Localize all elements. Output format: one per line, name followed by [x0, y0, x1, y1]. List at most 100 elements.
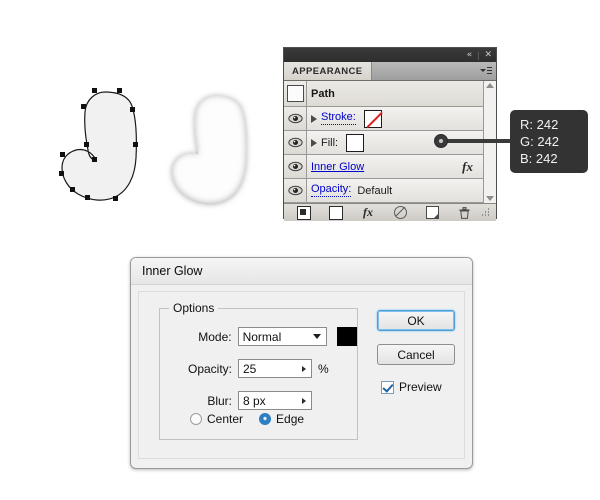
delete-item-button[interactable] — [448, 204, 480, 221]
visibility-toggle-stroke[interactable] — [284, 107, 307, 130]
duplicate-icon — [425, 206, 439, 219]
panel-titlebar: « | ✕ — [284, 48, 496, 62]
preview-label: Preview — [399, 380, 442, 394]
radio-center-dot[interactable] — [190, 413, 202, 425]
clear-appearance-button[interactable] — [384, 204, 416, 221]
dialog-titlebar: Inner Glow — [131, 258, 472, 285]
callout-line — [440, 139, 518, 143]
appearance-row-fill[interactable]: Fill: — [284, 131, 483, 155]
appearance-row-opacity-label[interactable]: Opacity: — [311, 184, 352, 197]
eye-icon — [287, 161, 303, 172]
opacity-input-value: 25 — [243, 361, 257, 376]
tab-appearance[interactable]: APPEARANCE — [284, 62, 372, 80]
blur-input[interactable]: 8 px — [238, 391, 312, 410]
disclosure-triangle-stroke[interactable] — [311, 114, 317, 123]
options-groupbox: Options Mode: Normal Opacity: 25 % Blur:… — [159, 301, 358, 440]
blur-stepper-icon[interactable] — [296, 392, 311, 409]
appearance-row-inner-glow[interactable]: Inner Glow fx — [284, 155, 483, 179]
radio-center[interactable]: Center — [190, 412, 243, 426]
panel-footer-toolbar: fx — [284, 203, 496, 221]
options-group-label: Options — [169, 301, 219, 315]
add-new-fill-button[interactable] — [320, 204, 352, 221]
radio-edge-label: Edge — [276, 412, 305, 426]
dialog-title: Inner Glow — [142, 264, 203, 278]
opacity-unit: % — [318, 361, 329, 376]
empty-square-icon — [329, 205, 343, 220]
preview-checkbox[interactable] — [381, 380, 394, 394]
add-new-stroke-button[interactable] — [288, 204, 320, 221]
scroll-up-arrow-icon[interactable] — [486, 83, 494, 88]
callout-endpoint-dot — [434, 134, 448, 148]
glow-color-swatch[interactable] — [337, 327, 357, 346]
blur-field-row: Blur: 8 px — [160, 391, 357, 410]
appearance-panel[interactable]: « | ✕ APPEARANCE Path Stroke: Fill: Inne… — [283, 47, 497, 221]
mode-select-value: Normal — [242, 329, 282, 344]
panel-tabbar: APPEARANCE — [284, 62, 496, 81]
add-new-effect-button[interactable]: fx — [352, 204, 384, 221]
opacity-stepper-icon[interactable] — [296, 360, 311, 377]
radio-center-label: Center — [207, 412, 244, 426]
appearance-row-stroke[interactable]: Stroke: — [284, 107, 483, 131]
appearance-row-stroke-label[interactable]: Stroke: — [321, 112, 356, 125]
cancel-button[interactable]: Cancel — [377, 344, 455, 365]
appearance-row-path[interactable]: Path — [284, 81, 483, 107]
radio-edge[interactable]: Edge — [259, 412, 304, 426]
appearance-row-opacity[interactable]: Opacity: Default — [284, 179, 483, 203]
blur-input-value: 8 px — [243, 393, 266, 408]
opacity-label: Opacity: — [187, 361, 232, 376]
appearance-row-opacity-value: Default — [357, 184, 393, 197]
eye-icon — [287, 185, 303, 196]
fill-color-swatch[interactable] — [346, 133, 365, 152]
cancel-button-label: Cancel — [397, 347, 435, 362]
visibility-toggle-fill[interactable] — [284, 131, 307, 154]
eye-icon — [287, 113, 303, 124]
appearance-row-inner-glow-label[interactable]: Inner Glow — [311, 161, 364, 173]
ok-button[interactable]: OK — [377, 310, 455, 331]
inner-glow-dialog[interactable]: Inner Glow Options Mode: Normal Opacity:… — [130, 257, 473, 469]
panel-menu-icon[interactable] — [480, 65, 492, 76]
appearance-row-fill-label[interactable]: Fill: — [321, 137, 338, 149]
tooltip-red-value: R: 242 — [520, 117, 559, 132]
tooltip-green-value: G: 242 — [520, 134, 560, 149]
titlebar-separator: | — [477, 50, 480, 60]
rgb-value-tooltip: R: 242 G: 242 B: 242 — [510, 110, 588, 173]
opacity-input[interactable]: 25 — [238, 359, 312, 378]
blur-label: Blur: — [207, 393, 232, 408]
filled-square-icon — [297, 205, 311, 220]
trash-icon — [459, 206, 469, 219]
close-icon[interactable]: ✕ — [484, 50, 492, 60]
preview-checkbox-row[interactable]: Preview — [381, 380, 442, 394]
visibility-toggle-opacity[interactable] — [284, 179, 307, 202]
visibility-toggle-inner-glow[interactable] — [284, 155, 307, 178]
scroll-down-arrow-icon[interactable] — [486, 196, 494, 201]
collapse-double-arrow-icon[interactable]: « — [467, 50, 473, 60]
artwork-canvas — [0, 0, 280, 240]
dialog-content: Options Mode: Normal Opacity: 25 % Blur:… — [138, 291, 465, 459]
chevron-down-icon[interactable] — [308, 334, 326, 339]
appearance-row-path-label: Path — [311, 87, 335, 100]
grip-icon — [481, 208, 491, 217]
opacity-field-row: Opacity: 25 % — [160, 359, 357, 378]
path-thumbnail — [284, 81, 307, 106]
circle-slash-icon — [393, 206, 407, 219]
mode-label: Mode: — [198, 329, 232, 344]
panel-menu-triangle — [480, 69, 486, 72]
disclosure-triangle-fill[interactable] — [311, 138, 317, 147]
panel-menu-lines — [487, 67, 492, 74]
stroke-color-swatch[interactable] — [363, 109, 382, 128]
vector-path-with-anchor-points — [59, 88, 138, 201]
eye-icon — [287, 137, 303, 148]
mode-field-row: Mode: Normal — [160, 327, 357, 346]
fx-icon[interactable]: fx — [462, 159, 473, 175]
duplicate-item-button[interactable] — [416, 204, 448, 221]
glow-origin-radio-group: Center Edge — [190, 412, 304, 426]
panel-resize-grip[interactable] — [480, 204, 492, 221]
tooltip-blue-value: B: 242 — [520, 151, 558, 166]
tab-appearance-label: APPEARANCE — [292, 65, 363, 77]
artwork-illustrations — [59, 88, 247, 204]
radio-edge-dot[interactable] — [259, 413, 272, 425]
fx-icon: fx — [363, 205, 373, 219]
mode-select[interactable]: Normal — [237, 327, 328, 346]
ok-button-label: OK — [407, 313, 425, 328]
shape-with-inner-glow — [172, 95, 247, 204]
